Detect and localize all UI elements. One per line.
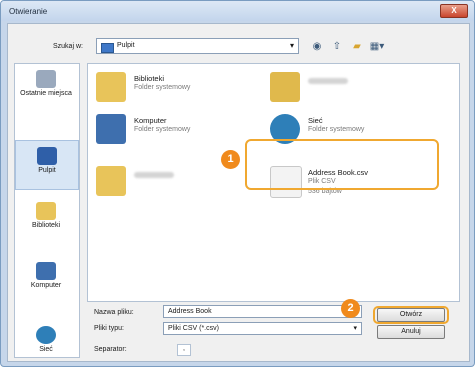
place-network[interactable]: Sieć bbox=[15, 326, 77, 353]
cancel-button[interactable]: Anuluj bbox=[377, 325, 445, 339]
place-label: Sieć bbox=[39, 346, 53, 353]
file-name: Sieć bbox=[308, 116, 323, 125]
filename-field[interactable]: Address Book bbox=[163, 305, 362, 318]
places-bar: Ostatnie miejsca Pulpit Biblioteki Kompu… bbox=[14, 63, 80, 358]
desktop-icon bbox=[37, 147, 57, 165]
lookin-dropdown[interactable]: Pulpit ▾ bbox=[96, 38, 299, 54]
file-highlight bbox=[245, 139, 439, 190]
window-title: Otwieranie bbox=[9, 7, 48, 16]
file-item-user[interactable] bbox=[266, 68, 436, 108]
place-label: Biblioteki bbox=[31, 222, 60, 229]
desktop-folder-icon bbox=[101, 43, 114, 53]
place-label: Komputer bbox=[30, 282, 62, 289]
place-label: Pulpit bbox=[38, 167, 56, 174]
file-type: Folder systemowy bbox=[134, 126, 191, 133]
folder-icon bbox=[96, 166, 126, 196]
computer-icon bbox=[36, 262, 56, 280]
place-label: Ostatnie miejsca bbox=[20, 90, 72, 97]
place-libraries[interactable]: Biblioteki bbox=[15, 202, 77, 229]
file-name: Biblioteki bbox=[134, 74, 165, 83]
close-button[interactable]: X bbox=[440, 4, 468, 18]
chevron-down-icon: ▾ bbox=[353, 325, 357, 332]
lookin-value: Pulpit bbox=[117, 42, 135, 49]
filetype-value: Pliki CSV (*.csv) bbox=[168, 325, 219, 332]
filetype-label: Pliki typu: bbox=[94, 325, 124, 332]
file-item-computer[interactable]: Komputer Folder systemowy bbox=[92, 110, 262, 150]
step-badge-1: 1 bbox=[221, 150, 240, 169]
file-item-libraries[interactable]: Biblioteki Folder systemowy bbox=[92, 68, 262, 108]
dialog-body: Szukaj w: Pulpit ▾ ◉ ⇧ ▰ ▦▾ Ostatnie mie… bbox=[7, 23, 470, 362]
recent-places-icon bbox=[36, 70, 56, 88]
chevron-down-icon: ▾ bbox=[289, 41, 294, 50]
file-type: Folder systemowy bbox=[308, 126, 365, 133]
libraries-icon bbox=[36, 202, 56, 220]
lookin-label: Szukaj w: bbox=[53, 43, 83, 50]
place-computer[interactable]: Komputer bbox=[15, 262, 77, 289]
separator-field[interactable]: , bbox=[177, 344, 191, 356]
step-badge-2: 2 bbox=[341, 299, 360, 318]
file-item-folder[interactable] bbox=[92, 162, 262, 202]
user-folder-icon bbox=[270, 72, 300, 102]
libraries-icon bbox=[96, 72, 126, 102]
close-icon: X bbox=[451, 6, 457, 15]
blurred-name bbox=[308, 78, 348, 84]
title-bar: Otwieranie X bbox=[1, 1, 474, 21]
view-menu-icon[interactable]: ▦▾ bbox=[370, 39, 384, 53]
place-desktop[interactable]: Pulpit bbox=[15, 140, 79, 190]
new-folder-icon[interactable]: ▰ bbox=[350, 39, 364, 53]
blurred-name bbox=[134, 172, 174, 178]
separator-label: Separator: bbox=[94, 346, 127, 353]
network-icon bbox=[36, 326, 56, 344]
place-recent[interactable]: Ostatnie miejsca bbox=[15, 70, 77, 97]
back-icon[interactable]: ◉ bbox=[310, 39, 324, 53]
open-button[interactable]: Otwórz bbox=[377, 308, 445, 322]
filename-label: Nazwa pliku: bbox=[94, 309, 134, 316]
filetype-select[interactable]: Pliki CSV (*.csv) ▾ bbox=[163, 322, 362, 335]
up-folder-icon[interactable]: ⇧ bbox=[330, 39, 344, 53]
file-type: Folder systemowy bbox=[134, 84, 191, 91]
file-name: Komputer bbox=[134, 116, 167, 125]
computer-icon bbox=[96, 114, 126, 144]
toolbar: ◉ ⇧ ▰ ▦▾ bbox=[310, 38, 385, 54]
